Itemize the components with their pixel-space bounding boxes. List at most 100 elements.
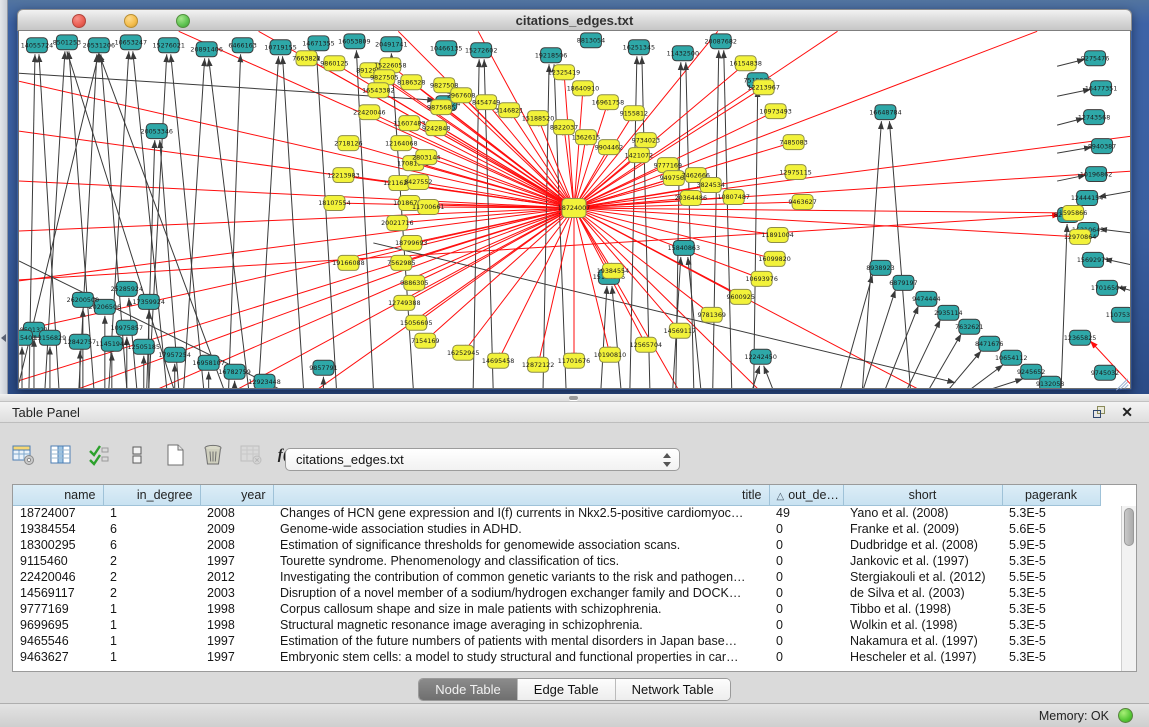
graph-node[interactable]: 15692971 [1077, 252, 1109, 267]
graph-node[interactable]: 18799693 [395, 235, 427, 250]
graph-node[interactable]: 6466163 [228, 38, 256, 53]
table-cell[interactable]: 49 [769, 505, 843, 521]
graph-node[interactable]: 8938923 [866, 260, 894, 275]
tab-node-table[interactable]: Node Table [419, 679, 518, 700]
graph-node[interactable]: 18640910 [567, 81, 599, 96]
graph-edge[interactable] [713, 50, 719, 388]
graph-node[interactable]: 14695458 [482, 353, 514, 368]
table-cell[interactable]: Franke et al. (2009) [843, 521, 1002, 537]
graph-edge[interactable] [889, 121, 910, 389]
table-cell[interactable]: Changes of HCN gene expression and I(f) … [273, 505, 769, 521]
graph-edge[interactable] [574, 208, 778, 235]
table-cell[interactable]: Disruption of a novel member of a sodium… [273, 585, 769, 601]
graph-edge[interactable] [971, 365, 1003, 389]
column-header-short[interactable]: short [843, 485, 1002, 505]
graph-node[interactable]: 16961758 [592, 95, 624, 110]
graph-node[interactable]: 9474444 [912, 291, 940, 306]
table-cell[interactable]: 0 [769, 649, 843, 665]
node-table[interactable]: namein_degreeyeartitle△out_de…shortpager… [13, 485, 1101, 665]
graph-edge[interactable] [862, 121, 881, 389]
table-cell[interactable]: Genome-wide association studies in ADHD. [273, 521, 769, 537]
graph-node[interactable]: 1595866 [1059, 206, 1087, 221]
graph-node[interactable]: 16099820 [758, 251, 790, 266]
table-cell[interactable]: 18724007 [13, 505, 103, 521]
graph-node[interactable]: 18107554 [318, 196, 350, 211]
graph-edge[interactable] [841, 275, 873, 389]
graph-node[interactable]: 10196862 [1080, 167, 1112, 182]
column-header-year[interactable]: year [200, 485, 273, 505]
citation-network-graph[interactable]: 1872400714055724850125320531206106532471… [19, 31, 1131, 389]
graph-node[interactable]: 8427552 [404, 175, 432, 190]
graph-node[interactable]: 16053809 [338, 34, 370, 49]
table-row[interactable]: 1872400712008Changes of HCN gene express… [13, 505, 1100, 521]
table-cell[interactable]: 19384554 [13, 521, 103, 537]
table-row[interactable]: 2242004622012Investigating the contribut… [13, 569, 1100, 585]
divider-handle-icon[interactable] [569, 396, 578, 400]
graph-node[interactable]: 3824534 [697, 178, 725, 193]
table-cell[interactable]: 1 [103, 505, 200, 521]
graph-node[interactable]: 10719155 [264, 40, 296, 55]
graph-node[interactable]: 9600925 [727, 289, 755, 304]
table-cell[interactable]: 2003 [200, 585, 273, 601]
graph-node[interactable]: 20087682 [705, 34, 737, 49]
graph-node[interactable]: 9886305 [400, 275, 428, 290]
graph-node[interactable]: 10190810 [594, 347, 626, 362]
graph-edge[interactable] [404, 208, 574, 303]
table-cell[interactable]: 0 [769, 617, 843, 633]
table-cell[interactable]: 5.3E-5 [1002, 601, 1100, 617]
graph-node[interactable]: 8940387 [1088, 139, 1116, 154]
table-row[interactable]: 946554611997Estimation of the future num… [13, 633, 1100, 649]
graph-edge[interactable] [754, 89, 758, 388]
graph-edge[interactable] [19, 208, 574, 231]
graph-node[interactable]: 17359924 [133, 294, 165, 309]
graph-node[interactable]: 15276021 [153, 38, 185, 53]
graph-node[interactable]: 7663822 [292, 51, 320, 66]
graph-node[interactable]: 12749388 [388, 295, 420, 310]
table-cell[interactable]: 14569117 [13, 585, 103, 601]
graph-node[interactable]: 20053346 [141, 124, 173, 139]
graph-node[interactable]: 12242450 [744, 349, 776, 364]
graph-node[interactable]: 9155812 [620, 106, 648, 121]
float-panel-icon[interactable] [1093, 406, 1107, 419]
memory-ok-indicator[interactable] [1118, 708, 1133, 723]
table-cell[interactable]: 6 [103, 537, 200, 553]
table-cell[interactable]: 5.3E-5 [1002, 617, 1100, 633]
graph-node[interactable]: 20021716 [381, 215, 413, 230]
table-cell[interactable]: 9699695 [13, 617, 103, 633]
table-cell[interactable]: Tibbo et al. (1998) [843, 601, 1002, 617]
table-cell[interactable]: 5.5E-5 [1002, 569, 1100, 585]
graph-node[interactable]: 16251345 [623, 40, 655, 55]
graph-node[interactable]: 12444154 [1071, 191, 1103, 206]
graph-edge[interactable] [686, 62, 694, 388]
graph-edge[interactable] [676, 62, 681, 388]
graph-node[interactable]: 20531206 [83, 38, 115, 53]
graph-node[interactable]: 20491741 [375, 37, 407, 52]
table-cell[interactable]: 2012 [200, 569, 273, 585]
table-cell[interactable]: 1998 [200, 617, 273, 633]
graph-edge[interactable] [283, 56, 304, 388]
graph-node[interactable]: 9745032 [1091, 365, 1119, 380]
graph-node[interactable]: 6879197 [889, 275, 917, 290]
table-cell[interactable]: 9463627 [13, 649, 103, 665]
graph-node[interactable]: 9857791 [309, 360, 337, 375]
graph-node[interactable]: 12565704 [630, 337, 662, 352]
table-cell[interactable]: Structural magnetic resonance image aver… [273, 617, 769, 633]
table-cell[interactable]: 0 [769, 537, 843, 553]
table-cell[interactable]: 9777169 [13, 601, 103, 617]
table-selector[interactable]: citations_edges.txt [285, 448, 680, 471]
table-cell[interactable]: 2 [103, 553, 200, 569]
table-cell[interactable]: Corpus callosum shape and size in male p… [273, 601, 769, 617]
table-row[interactable]: 911546021997Tourette syndrome. Phenomeno… [13, 553, 1100, 569]
panel-divider[interactable] [0, 394, 1149, 402]
table-cell[interactable]: 5.3E-5 [1002, 585, 1100, 601]
table-cell[interactable]: Tourette syndrome. Phenomenology and cla… [273, 553, 769, 569]
graph-node[interactable]: 16477351 [1085, 81, 1117, 96]
graph-node[interactable]: 8186328 [397, 75, 425, 90]
graph-node[interactable]: 12743568 [1078, 110, 1110, 125]
graph-edge[interactable] [949, 351, 981, 389]
scrollbar-thumb[interactable] [1124, 508, 1134, 546]
table-cell[interactable]: 0 [769, 585, 843, 601]
graph-node[interactable]: 12365825 [1064, 330, 1096, 345]
graph-node[interactable]: 9242848 [422, 121, 450, 136]
column-header-in_degree[interactable]: in_degree [103, 485, 200, 505]
